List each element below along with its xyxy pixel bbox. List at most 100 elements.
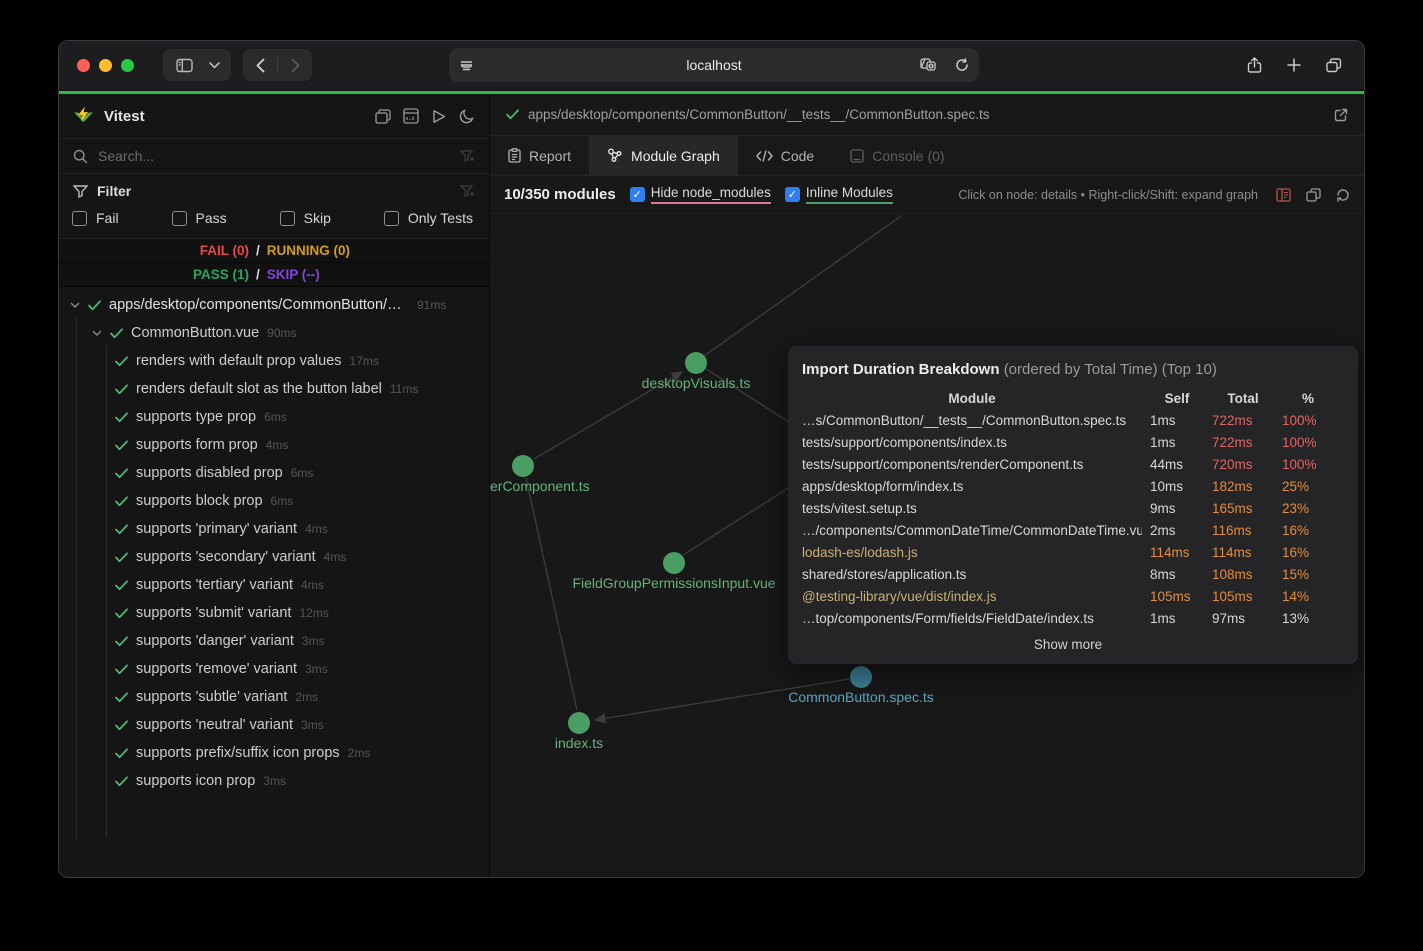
test-row[interactable]: supports 'remove' variant3ms (59, 655, 489, 683)
graph-node[interactable] (850, 666, 872, 688)
reset-graph-icon[interactable] (1336, 188, 1350, 202)
chevron-down-icon[interactable] (92, 330, 102, 336)
duration-row[interactable]: tests/support/components/index.ts1ms722m… (802, 431, 1334, 453)
test-row[interactable]: supports 'secondary' variant4ms (59, 543, 489, 571)
duration-row[interactable]: …top/components/Form/fields/FieldDate/in… (802, 607, 1334, 629)
forward-button[interactable] (278, 49, 312, 81)
duration-row[interactable]: tests/support/components/renderComponent… (802, 453, 1334, 475)
share-icon[interactable] (1237, 49, 1271, 81)
test-row[interactable]: supports type prop6ms (59, 403, 489, 431)
running-count: RUNNING (0) (267, 243, 350, 258)
back-button[interactable] (243, 49, 277, 81)
zoom-window-button[interactable] (121, 59, 134, 72)
test-label: renders with default prop values (136, 353, 342, 369)
test-row[interactable]: supports disabled prop6ms (59, 459, 489, 487)
open-external-icon[interactable] (1334, 108, 1348, 122)
graph-node-label[interactable]: erComponent.ts (490, 478, 590, 494)
duration-row[interactable]: shared/stores/application.ts8ms108ms15% (802, 563, 1334, 585)
close-window-button[interactable] (77, 59, 90, 72)
duration-row[interactable]: …s/CommonButton/__tests__/CommonButton.s… (802, 409, 1334, 431)
filter-checkboxes: Fail Pass Skip Only Tests (59, 208, 489, 239)
duration-row[interactable]: @testing-library/vue/dist/index.js105ms1… (802, 585, 1334, 607)
test-label: supports 'danger' variant (136, 633, 294, 649)
test-row[interactable]: supports form prop4ms (59, 431, 489, 459)
test-row[interactable]: supports 'primary' variant4ms (59, 515, 489, 543)
duration: 6ms (264, 410, 287, 424)
graph-node-label[interactable]: FieldGroupPermissionsInput.vue (572, 575, 775, 591)
panel-subtitle: (ordered by Total Time) (Top 10) (1004, 361, 1217, 378)
test-row[interactable]: supports 'danger' variant3ms (59, 627, 489, 655)
pass-check-icon (506, 109, 519, 120)
app-title: Vitest (104, 108, 145, 125)
tab-console[interactable]: Console (0) (832, 136, 962, 175)
chevron-down-icon[interactable] (201, 49, 227, 81)
filter-option-only-tests[interactable]: Only Tests (384, 210, 473, 226)
test-row[interactable]: supports 'subtle' variant2ms (59, 683, 489, 711)
graph-node-label[interactable]: index.ts (555, 735, 603, 751)
dashboard-icon[interactable] (402, 108, 419, 125)
graph-legend-icon[interactable] (1276, 188, 1291, 202)
test-row[interactable]: supports 'submit' variant12ms (59, 599, 489, 627)
duration-row[interactable]: apps/desktop/form/index.ts10ms182ms25% (802, 475, 1334, 497)
pass-check-icon (115, 720, 128, 731)
chevron-down-icon[interactable] (70, 302, 80, 308)
graph-node[interactable] (685, 352, 707, 374)
graph-node[interactable] (568, 712, 590, 734)
duration-row[interactable]: …/components/CommonDateTime/CommonDateTi… (802, 519, 1334, 541)
test-row[interactable]: supports 'neutral' variant3ms (59, 711, 489, 739)
browser-window: localhost (58, 40, 1365, 878)
fit-view-icon[interactable] (1306, 188, 1321, 202)
hide-node-modules-checkbox[interactable]: ✓ Hide node_modules (630, 185, 771, 204)
filter-option-skip[interactable]: Skip (280, 210, 331, 226)
browser-sidebar-icon[interactable] (167, 49, 201, 81)
minimize-window-button[interactable] (99, 59, 112, 72)
pass-check-icon (115, 636, 128, 647)
test-list: renders with default prop values17msrend… (59, 347, 489, 795)
console-icon (850, 149, 864, 163)
clear-filter-icon[interactable] (460, 185, 475, 198)
clear-search-icon[interactable] (460, 150, 475, 163)
status-line-2: PASS (1) / SKIP (--) (59, 263, 489, 287)
collapse-panels-icon[interactable] (374, 108, 391, 125)
new-tab-icon[interactable] (1277, 49, 1311, 81)
test-row[interactable]: renders default slot as the button label… (59, 375, 489, 403)
inline-modules-checkbox[interactable]: ✓ Inline Modules (785, 185, 893, 204)
address-bar[interactable]: localhost (449, 48, 979, 82)
module-graph-canvas[interactable]: desktopVisuals.ts erComponent.ts FieldGrou… (490, 214, 1364, 878)
tab-module-graph[interactable]: Module Graph (589, 136, 738, 175)
filter-label: Filter (97, 183, 131, 199)
tab-report[interactable]: Report (490, 136, 589, 175)
test-file-row[interactable]: apps/desktop/components/CommonButton/_… … (59, 291, 489, 319)
run-all-icon[interactable] (430, 108, 447, 125)
graph-node-label[interactable]: desktopVisuals.ts (642, 375, 751, 391)
test-row[interactable]: supports prefix/suffix icon props2ms (59, 739, 489, 767)
filter-option-pass[interactable]: Pass (172, 210, 227, 226)
test-row[interactable]: supports block prop6ms (59, 487, 489, 515)
sidebar: Vitest (59, 94, 490, 878)
graph-node-label[interactable]: CommonButton.spec.ts (788, 689, 934, 705)
test-label: supports disabled prop (136, 465, 283, 481)
show-more-button[interactable]: Show more (802, 637, 1334, 652)
pass-check-icon (115, 384, 128, 395)
duration-row[interactable]: tests/vitest.setup.ts9ms165ms23% (802, 497, 1334, 519)
pass-check-icon (115, 776, 128, 787)
filter-option-fail[interactable]: Fail (72, 210, 119, 226)
test-row[interactable]: supports 'tertiary' variant4ms (59, 571, 489, 599)
module-graph-icon (607, 148, 623, 163)
test-label: supports block prop (136, 493, 263, 509)
search-input[interactable] (98, 148, 460, 164)
duration-table: Module Self Total % …s/CommonButton/__te… (802, 387, 1334, 629)
import-duration-panel: Import Duration Breakdown (ordered by To… (788, 346, 1358, 664)
test-row[interactable]: supports icon prop3ms (59, 767, 489, 795)
sidebar-toggle-group (163, 49, 231, 81)
graph-node[interactable] (663, 552, 685, 574)
duration: 12ms (299, 606, 328, 620)
test-suite-row[interactable]: CommonButton.vue 90ms (59, 319, 489, 347)
duration-row[interactable]: lodash-es/lodash.js114ms114ms16% (802, 541, 1334, 563)
graph-node[interactable] (512, 455, 534, 477)
test-row[interactable]: renders with default prop values17ms (59, 347, 489, 375)
dark-mode-icon[interactable] (458, 108, 475, 125)
tab-code[interactable]: Code (738, 136, 832, 175)
pass-check-icon (115, 664, 128, 675)
tab-overview-icon[interactable] (1317, 49, 1351, 81)
